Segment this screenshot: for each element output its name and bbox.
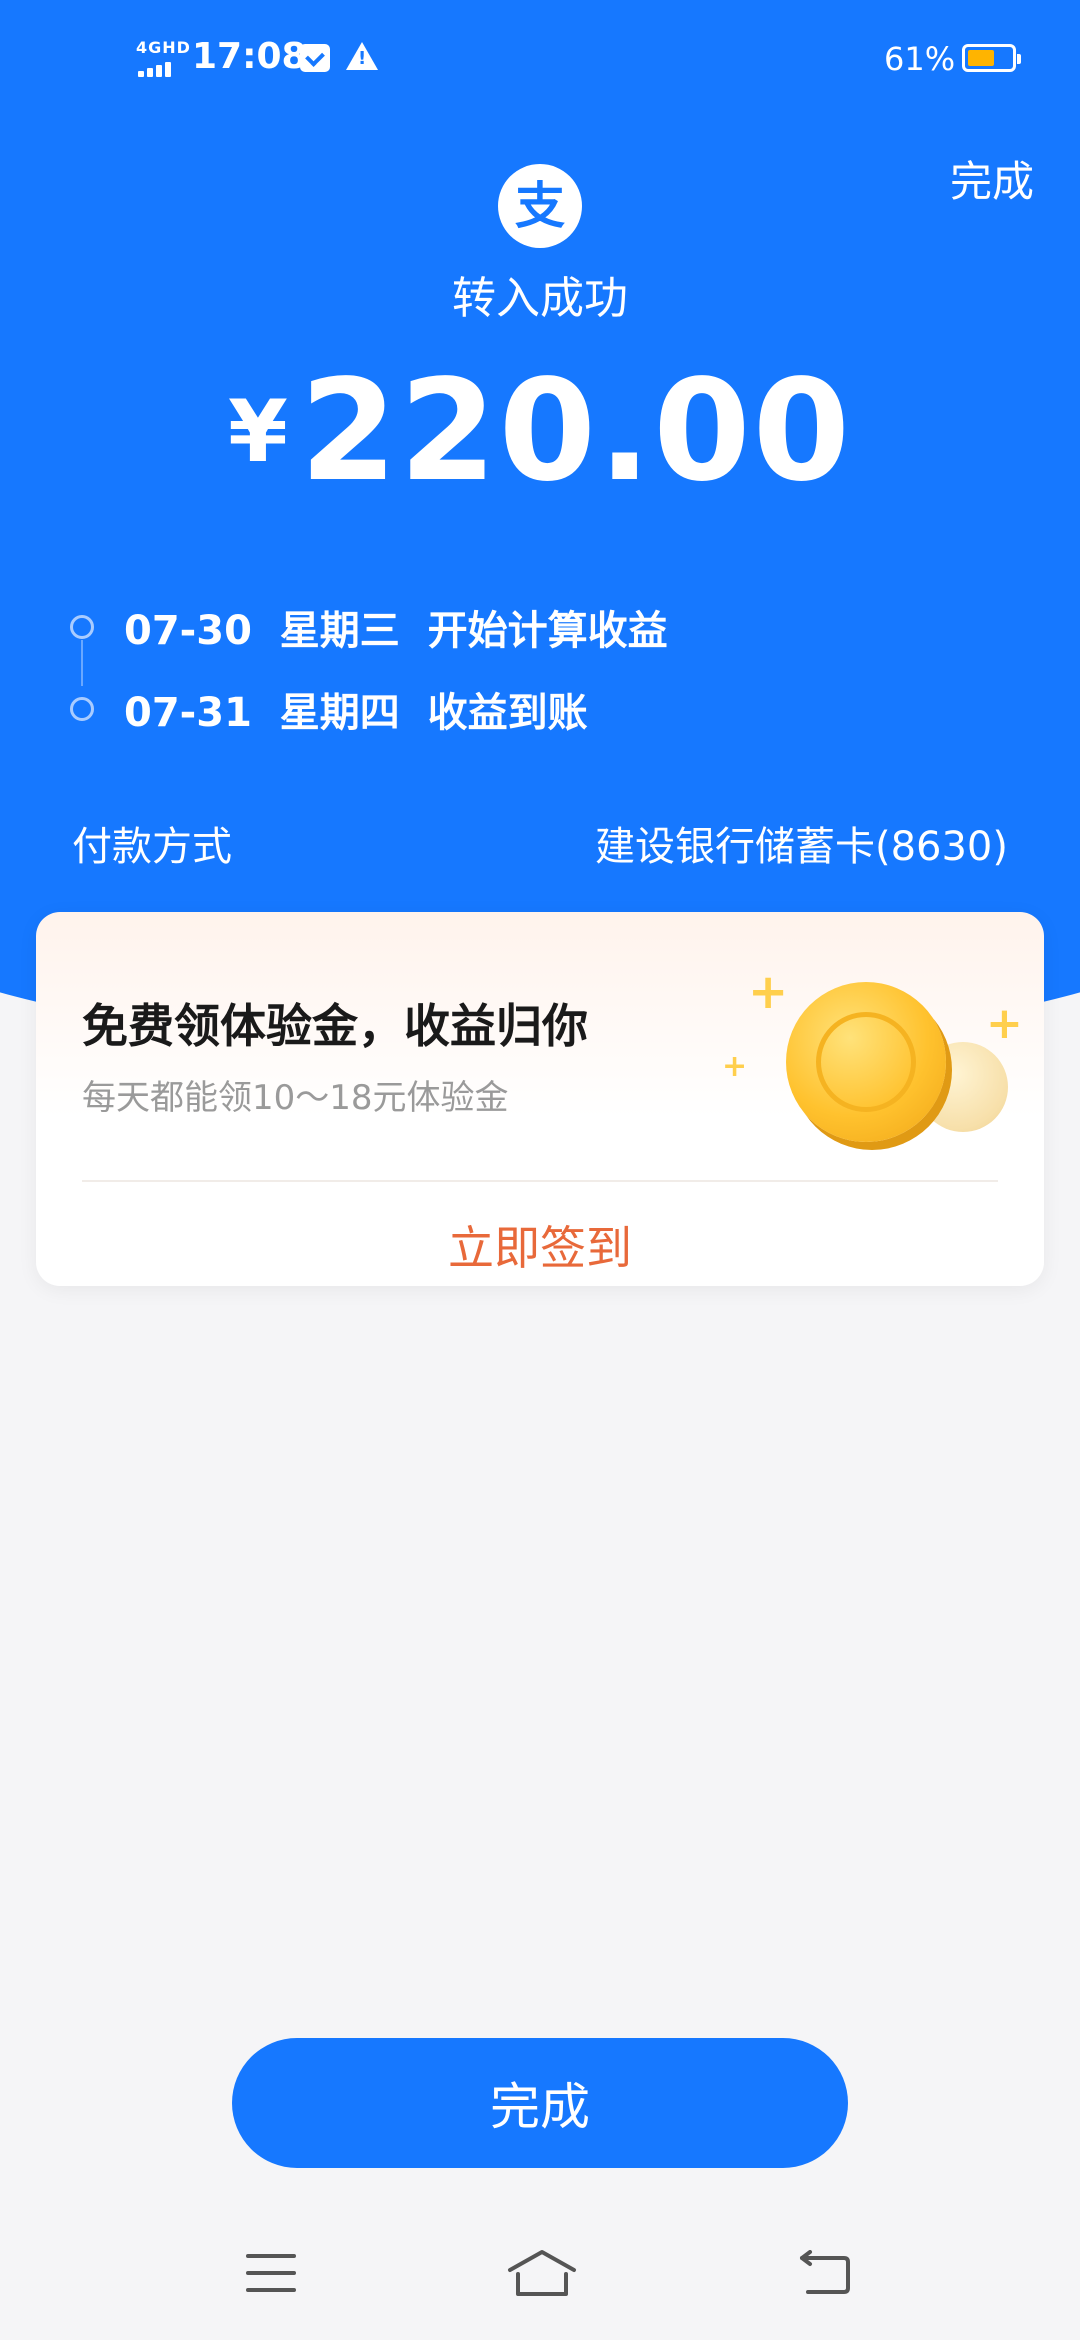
sparkle-icon: + <box>986 998 1023 1049</box>
timeline-text: 07-30 星期三 开始计算收益 <box>124 598 668 656</box>
battery-icon <box>962 44 1021 72</box>
promo-card[interactable]: 免费领体验金，收益归你 每天都能领10～18元体验金 + + + 立即签到 <box>36 912 1044 1286</box>
header-background <box>0 0 1080 1050</box>
timeline-dot-icon <box>70 697 94 721</box>
home-icon[interactable] <box>506 2248 578 2298</box>
coin-icon <box>786 982 946 1142</box>
payment-method-value: 建设银行储蓄卡(8630) <box>594 824 1008 870</box>
sparkle-icon: + <box>722 1049 748 1084</box>
alipay-logo-char: 支 <box>515 177 565 235</box>
done-button[interactable]: 完成 <box>232 2038 848 2168</box>
status-bar: 4GHD 17:08 61% <box>0 0 1080 120</box>
sparkle-icon: + <box>748 964 789 1020</box>
promo-divider <box>82 1180 998 1182</box>
timeline-text: 07-31 星期四 收益到账 <box>124 680 588 738</box>
transfer-success-page: 4GHD 17:08 61% 完成 支 转入成功 ¥220.00 07-30 星… <box>0 0 1080 2340</box>
status-time: 17:08 <box>192 36 307 77</box>
menu-icon[interactable] <box>246 2254 296 2294</box>
mail-icon <box>300 44 330 72</box>
battery-fill <box>968 50 994 66</box>
gold-coins-illustration: + + + <box>686 962 1026 1182</box>
payment-method-label: 付款方式 <box>72 824 232 870</box>
sign-in-button[interactable]: 立即签到 <box>36 1212 1044 1278</box>
page-title: 转入成功 <box>452 273 628 324</box>
header-done-link[interactable]: 完成 <box>950 148 1034 209</box>
system-nav-bar <box>0 2220 1080 2340</box>
timeline-date: 07-31 <box>124 690 252 736</box>
timeline-item: 07-31 星期四 收益到账 <box>70 668 970 750</box>
promo-subtitle: 每天都能领10～18元体验金 <box>82 1078 509 1118</box>
timeline-date: 07-30 <box>124 608 252 654</box>
warning-icon <box>346 42 378 70</box>
signal-icon <box>138 62 171 77</box>
timeline-item: 07-30 星期三 开始计算收益 <box>70 586 970 686</box>
timeline-label: 开始计算收益 <box>427 608 668 654</box>
coin-inner-ring <box>816 1012 916 1112</box>
amount-value: 220.00 <box>299 350 853 513</box>
back-icon[interactable] <box>796 2250 852 2296</box>
timeline-label: 收益到账 <box>427 690 588 736</box>
timeline-weekday: 星期四 <box>279 690 400 736</box>
battery-percent: 61% <box>884 40 956 78</box>
payment-method-row: 付款方式 建设银行储蓄卡(8630) <box>72 814 1008 872</box>
currency-symbol: ¥ <box>227 382 288 482</box>
timeline-dot-icon <box>70 615 94 639</box>
amount-display: ¥220.00 <box>0 350 1080 513</box>
alipay-logo: 支 <box>498 164 582 248</box>
network-type: 4GHD <box>136 38 191 57</box>
timeline-weekday: 星期三 <box>279 608 400 654</box>
earnings-timeline: 07-30 星期三 开始计算收益 07-31 星期四 收益到账 <box>70 586 970 750</box>
promo-title: 免费领体验金，收益归你 <box>82 999 588 1053</box>
